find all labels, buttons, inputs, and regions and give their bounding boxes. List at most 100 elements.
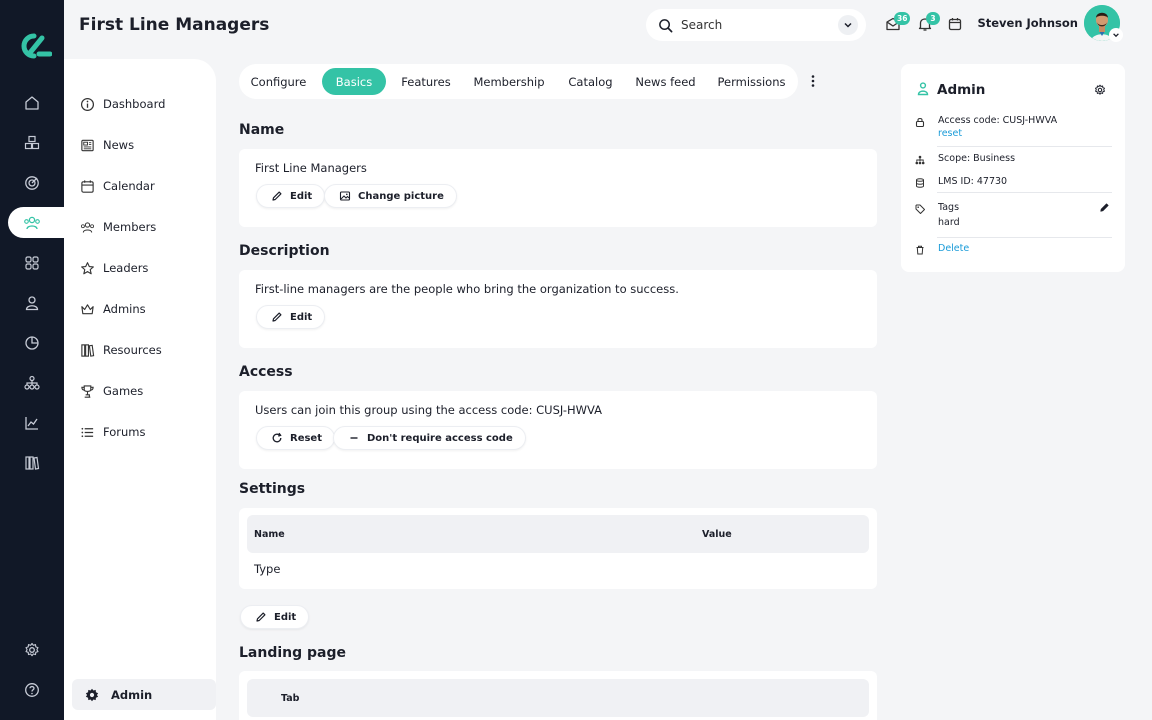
lms-id-value: LMS ID: 47730 — [938, 176, 1008, 187]
tab-permissions[interactable]: Permissions — [711, 68, 792, 95]
sidebar-admin-button[interactable]: Admin — [72, 679, 216, 710]
tags-label: Tags — [938, 202, 960, 213]
edit-description-button[interactable]: Edit — [256, 305, 326, 329]
sidebar-item-resources[interactable]: Resources — [80, 340, 162, 360]
user-name[interactable]: Steven Johnson — [962, 16, 1078, 30]
delete-row[interactable]: Delete — [915, 243, 1112, 255]
tag-icon — [915, 204, 925, 214]
search-input[interactable]: Search — [681, 18, 722, 32]
pie-chart-icon[interactable] — [22, 333, 42, 353]
scope-row: Scope: Business — [915, 153, 1112, 165]
chevron-down-icon — [1113, 33, 1119, 38]
tab-configure[interactable]: Configure — [239, 68, 318, 95]
sidebar-item-label: Members — [103, 220, 157, 234]
sidebar-item-label: News — [103, 138, 135, 152]
list-icon — [81, 427, 94, 437]
target-icon[interactable] — [22, 173, 42, 193]
tags-row: Tags hard — [915, 202, 1112, 228]
edit-name-button[interactable]: Edit — [256, 184, 326, 208]
cubes-icon[interactable] — [22, 133, 42, 153]
reset-link[interactable]: reset — [938, 128, 1057, 139]
sidebar-item-news[interactable]: News — [80, 135, 134, 155]
notifications-badge: 3 — [926, 12, 940, 25]
dont-require-label: Don't require access code — [367, 432, 513, 444]
refresh-icon — [272, 432, 282, 443]
lms-id-row: LMS ID: 47730 — [915, 176, 1112, 188]
tab-features[interactable]: Features — [392, 68, 460, 95]
section-title-name: Name — [239, 122, 285, 138]
sidebar-item-admins[interactable]: Admins — [80, 299, 146, 319]
sidebar-item-leaders[interactable]: Leaders — [80, 258, 148, 278]
line-chart-icon[interactable] — [22, 413, 42, 433]
lock-icon — [915, 117, 925, 127]
chevron-down-icon — [844, 22, 852, 28]
sidebar-item-label: Games — [103, 384, 144, 398]
sidebar-admin-label: Admin — [111, 687, 153, 702]
sidebar-item-dashboard[interactable]: Dashboard — [80, 94, 165, 114]
description-card: First-line managers are the people who b… — [239, 270, 877, 348]
divider — [937, 146, 1112, 147]
info-circle-icon — [80, 97, 95, 111]
sidebar-item-members[interactable]: Members — [80, 217, 156, 237]
tab-catalog[interactable]: Catalog — [559, 68, 622, 95]
change-picture-label: Change picture — [358, 190, 444, 202]
org-chart-icon — [915, 155, 925, 165]
admin-user-icon — [917, 82, 929, 96]
group-tabs: Configure Basics Features Membership Cat… — [239, 64, 798, 99]
users-icon[interactable] — [22, 213, 42, 233]
sidebar-item-calendar[interactable]: Calendar — [80, 176, 155, 196]
dont-require-access-code-button[interactable]: Don't require access code — [333, 426, 526, 450]
column-header-name: Name — [254, 529, 285, 540]
settings-row-type: Type — [254, 562, 281, 576]
group-sidebar: Dashboard News Calendar Members Leaders … — [64, 59, 216, 720]
change-picture-button[interactable]: Change picture — [324, 184, 457, 208]
gear-icon[interactable] — [1094, 84, 1106, 96]
landing-table-header: Tab — [247, 679, 869, 717]
access-code-row: Access code: CUSJ-HWVA reset — [915, 115, 1112, 139]
edit-label: Edit — [274, 611, 297, 623]
admin-panel: Admin Access code: CUSJ-HWVA reset Scope… — [901, 64, 1125, 272]
help-icon[interactable] — [22, 680, 42, 700]
divider — [937, 192, 1112, 193]
trash-icon — [916, 245, 924, 255]
tab-basics[interactable]: Basics — [322, 68, 386, 95]
database-icon — [916, 178, 924, 188]
group-name-value: First Line Managers — [255, 161, 367, 175]
org-chart-icon[interactable] — [22, 373, 42, 393]
image-icon — [339, 191, 351, 201]
sidebar-item-label: Resources — [103, 343, 162, 357]
app-logo[interactable] — [12, 32, 52, 60]
access-code-label: Access code: CUSJ-HWVA — [938, 115, 1058, 126]
reset-access-code-button[interactable]: Reset — [256, 426, 335, 450]
user-menu-chevron[interactable] — [1109, 28, 1123, 42]
sidebar-item-label: Leaders — [103, 261, 149, 275]
edit-label: Edit — [290, 190, 313, 202]
section-title-landing-page: Landing page — [239, 645, 347, 661]
name-card: First Line Managers Edit Change picture — [239, 149, 877, 227]
calendar-icon — [81, 179, 94, 193]
description-value: First-line managers are the people who b… — [255, 282, 679, 296]
page-title: First Line Managers — [79, 15, 270, 35]
library-icon[interactable] — [22, 453, 42, 473]
edit-tags-pencil-icon[interactable] — [1099, 202, 1110, 213]
rail-active-item[interactable] — [8, 207, 64, 238]
pencil-icon — [256, 612, 266, 622]
app-rail — [0, 0, 64, 720]
sidebar-item-forums[interactable]: Forums — [80, 422, 145, 442]
edit-settings-button[interactable]: Edit — [240, 605, 310, 629]
divider — [937, 237, 1112, 238]
delete-link[interactable]: Delete — [938, 243, 969, 255]
tab-news-feed[interactable]: News feed — [627, 68, 704, 95]
more-options-icon[interactable] — [806, 73, 820, 89]
search-dropdown-button[interactable] — [838, 15, 858, 35]
sidebar-item-games[interactable]: Games — [80, 381, 143, 401]
access-card: Users can join this group using the acce… — [239, 391, 877, 469]
settings-card: Name Value Type — [239, 508, 877, 589]
user-icon[interactable] — [22, 293, 42, 313]
apps-icon[interactable] — [22, 253, 42, 273]
settings-icon[interactable] — [22, 640, 42, 660]
home-icon[interactable] — [22, 93, 42, 113]
search-box[interactable]: Search — [646, 9, 866, 41]
edit-label: Edit — [290, 311, 313, 323]
tab-membership[interactable]: Membership — [465, 68, 553, 95]
